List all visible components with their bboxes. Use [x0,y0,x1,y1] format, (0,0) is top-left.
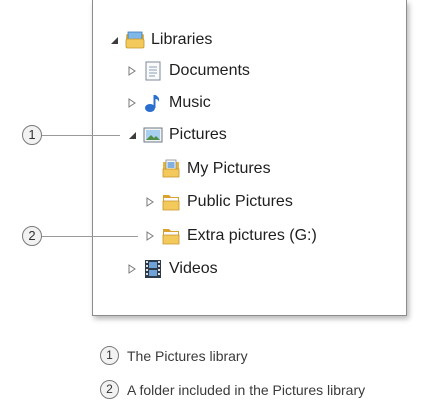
expanded-arrow-icon[interactable] [125,123,139,147]
folder-icon [161,192,181,212]
legend-item-1: 1 The Pictures library [100,346,248,365]
libraries-icon [125,30,145,50]
tree-item-extra-pictures[interactable]: Extra pictures (G:) [143,224,317,248]
tree-item-documents[interactable]: Documents [125,59,250,83]
collapsed-arrow-icon[interactable] [125,59,139,83]
tree-item-label: Libraries [151,31,213,48]
tree-item-videos[interactable]: Videos [125,257,218,281]
legend-text-2: A folder included in the Pictures librar… [127,381,366,398]
collapsed-arrow-icon[interactable] [143,190,157,214]
tree-item-label: Music [169,94,211,111]
tree-item-label: Public Pictures [187,193,293,210]
tree-item-music[interactable]: Music [125,91,211,115]
pictures-library-icon [143,125,163,145]
navigation-pane: Libraries Documents Music Pictures My Pi… [92,0,407,316]
legend-item-2: 2 A folder included in the Pictures libr… [100,380,365,399]
my-pictures-folder-icon [161,159,181,179]
legend-marker-1: 1 [100,346,119,365]
tree-item-libraries[interactable]: Libraries [107,28,212,52]
callout-marker-1: 1 [22,125,42,145]
music-note-icon [143,93,163,113]
legend-text-1: The Pictures library [127,347,248,364]
collapsed-arrow-icon[interactable] [125,257,139,281]
film-icon [143,259,163,279]
callout-leader-line-2 [42,236,138,237]
tree-item-label: Extra pictures (G:) [187,227,317,244]
expanded-arrow-icon[interactable] [107,28,121,52]
collapsed-arrow-icon[interactable] [125,91,139,115]
tree-item-label: Videos [169,260,218,277]
documents-library-icon [143,61,163,81]
tree-item-public-pictures[interactable]: Public Pictures [143,190,293,214]
folder-icon [161,226,181,246]
callout-marker-2: 2 [22,226,42,246]
tree-item-label: My Pictures [187,160,271,177]
tree-item-my-pictures[interactable]: My Pictures [161,157,271,181]
tree-item-label: Pictures [169,126,227,143]
tree-item-label: Documents [169,62,250,79]
collapsed-arrow-icon[interactable] [143,224,157,248]
tree-item-pictures[interactable]: Pictures [125,123,227,147]
callout-leader-line-1 [42,135,120,136]
legend-marker-2: 2 [100,380,119,399]
